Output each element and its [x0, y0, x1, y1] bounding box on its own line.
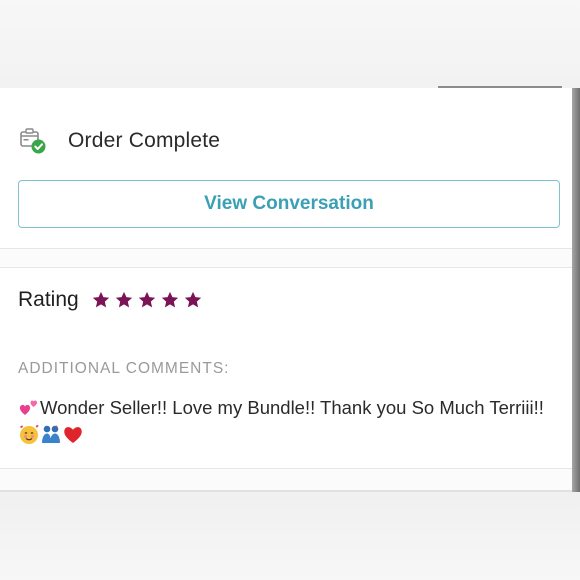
star-icon: [115, 291, 132, 308]
couple-icon: [42, 425, 60, 443]
scrollbar[interactable]: [572, 88, 580, 492]
smiling-face-with-hearts-icon: [20, 425, 39, 444]
screenshot-frame: Order Complete View Conversation Rating …: [0, 0, 580, 580]
view-conversation-button[interactable]: View Conversation: [18, 180, 560, 228]
section-gap: [0, 469, 572, 491]
bottom-background: [0, 492, 580, 580]
order-status-row: Order Complete: [18, 126, 220, 156]
star-icon: [138, 291, 155, 308]
rating-row: Rating: [18, 286, 203, 314]
comment-body: Wonder Seller!! Love my Bundle!! Thank y…: [40, 397, 544, 418]
rating-stars: [91, 290, 203, 310]
two-hearts-icon: [19, 400, 38, 415]
section-divider: [0, 267, 572, 268]
comment-text: Wonder Seller!! Love my Bundle!! Thank y…: [18, 394, 558, 448]
order-status-label: Order Complete: [68, 129, 221, 152]
top-background: [0, 0, 580, 88]
section-gap: [0, 249, 572, 267]
rating-label: Rating: [18, 288, 79, 311]
order-card: Order Complete View Conversation Rating …: [0, 88, 572, 492]
star-icon: [161, 291, 178, 308]
additional-comments-header: ADDITIONAL COMMENTS:: [18, 360, 230, 377]
star-icon: [184, 291, 201, 308]
package-check-icon: [18, 126, 48, 156]
red-heart-icon: [64, 427, 82, 443]
star-icon: [92, 291, 109, 308]
